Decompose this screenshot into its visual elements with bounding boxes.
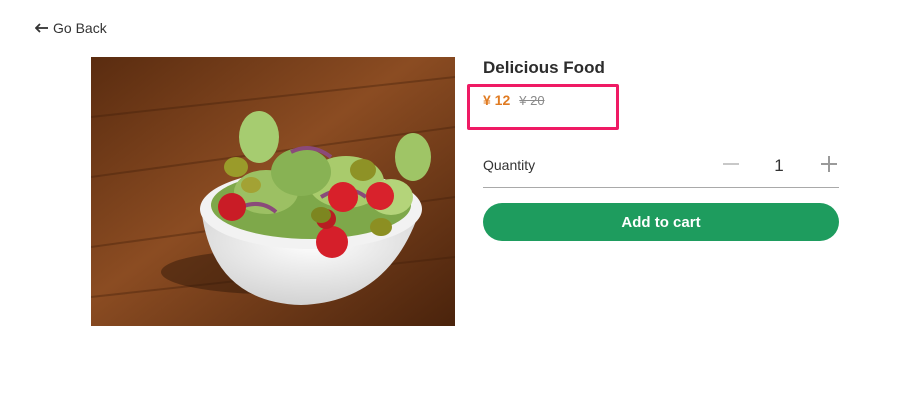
product-title: Delicious Food: [483, 58, 605, 77]
product-info: Delicious Food ¥ 12 ¥ 20 Quantity 1 Add …: [467, 56, 839, 241]
current-price: ¥ 12: [483, 92, 511, 108]
quantity-stepper: Quantity 1: [483, 148, 839, 188]
original-price: ¥ 20: [519, 93, 545, 108]
add-to-cart-button[interactable]: Add to cart: [483, 203, 839, 241]
quantity-label: Quantity: [483, 157, 536, 173]
quantity-value: 1: [774, 156, 784, 175]
minus-icon[interactable]: [721, 150, 741, 178]
go-back-link[interactable]: Go Back: [35, 20, 107, 36]
go-back-label: Go Back: [53, 20, 107, 36]
plus-icon[interactable]: [819, 150, 839, 178]
price-row: ¥ 12 ¥ 20: [483, 92, 545, 108]
arrow-left-icon: [35, 23, 49, 33]
product-image: [91, 57, 455, 326]
